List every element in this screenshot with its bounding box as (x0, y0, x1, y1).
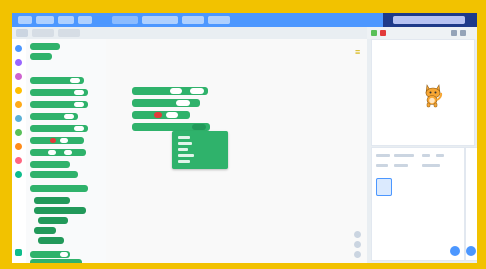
dropdown-option[interactable] (178, 142, 192, 145)
category-extension[interactable] (15, 171, 22, 178)
scratch-logo[interactable] (18, 16, 32, 24)
zoom-in-icon[interactable] (354, 231, 361, 238)
palette-block[interactable] (30, 43, 60, 50)
x-field[interactable] (422, 154, 430, 157)
palette-block[interactable] (30, 113, 78, 120)
category-my-blocks[interactable] (15, 157, 22, 164)
stage-canvas[interactable] (371, 39, 475, 146)
palette-reporter-block[interactable] (38, 217, 68, 224)
category-operators[interactable] (15, 129, 22, 136)
menu-settings[interactable] (36, 16, 54, 24)
sprite-info-pane (371, 147, 465, 261)
size-field[interactable] (394, 164, 408, 167)
palette-reporter-block[interactable] (34, 197, 70, 204)
sprite-name-label (376, 154, 390, 157)
see-project-page-button[interactable] (208, 16, 230, 24)
sprite-name-field[interactable] (394, 154, 414, 157)
palette-block-with-color-input[interactable] (30, 137, 84, 144)
zoom-out-icon[interactable] (354, 241, 361, 248)
account-button[interactable] (393, 16, 465, 24)
category-looks[interactable] (15, 59, 22, 66)
dropdown-option[interactable] (178, 148, 188, 151)
add-backdrop-icon[interactable] (466, 246, 476, 256)
palette-block[interactable] (30, 251, 70, 258)
palette-block[interactable] (30, 171, 78, 178)
tab-costumes[interactable] (32, 29, 54, 37)
stage-backdrop-pane (465, 147, 477, 261)
script-block-with-color-input[interactable] (132, 111, 190, 119)
add-sprite-icon[interactable] (450, 246, 460, 256)
share-button[interactable] (182, 16, 204, 24)
block-palette (26, 39, 107, 263)
drag-handle-icon: ≡ (355, 47, 361, 57)
category-events[interactable] (15, 87, 22, 94)
menu-tutorials[interactable] (112, 16, 138, 24)
dropdown-option[interactable] (178, 160, 190, 163)
palette-block[interactable] (30, 101, 88, 108)
palette-reporter-block[interactable] (38, 237, 64, 244)
tab-sounds[interactable] (58, 29, 80, 37)
show-toggle[interactable] (376, 164, 388, 167)
stage-panel (367, 27, 477, 263)
palette-block[interactable] (30, 149, 86, 156)
palette-block[interactable] (30, 89, 88, 96)
small-stage-icon[interactable] (451, 30, 457, 36)
menu-bar (12, 13, 477, 27)
scratch-editor: ≡ (12, 13, 477, 263)
project-title-field[interactable] (142, 16, 178, 24)
dropdown-option[interactable] (178, 136, 190, 139)
category-sound[interactable] (15, 73, 22, 80)
y-field[interactable] (436, 154, 444, 157)
category-menu (12, 39, 27, 263)
category-sensing[interactable] (15, 115, 22, 122)
script-block[interactable] (132, 99, 200, 107)
stop-icon[interactable] (380, 30, 386, 36)
category-motion[interactable] (15, 45, 22, 52)
menu-edit[interactable] (78, 16, 92, 24)
tab-code[interactable] (16, 29, 28, 37)
direction-field[interactable] (422, 164, 440, 167)
script-block[interactable] (132, 87, 208, 95)
zoom-reset-icon[interactable] (354, 251, 361, 258)
full-screen-icon[interactable] (460, 30, 466, 36)
palette-block[interactable] (30, 161, 70, 168)
add-extension-icon[interactable] (15, 249, 22, 256)
palette-reporter-block[interactable] (34, 227, 56, 234)
category-control[interactable] (15, 101, 22, 108)
stage-controls (367, 27, 477, 39)
menu-file[interactable] (58, 16, 74, 24)
palette-block[interactable] (30, 53, 52, 60)
category-variables[interactable] (15, 143, 22, 150)
palette-block[interactable] (30, 125, 88, 132)
script-area[interactable]: ≡ (106, 39, 367, 263)
palette-block[interactable] (30, 259, 82, 263)
sprite-thumbnail[interactable] (376, 178, 392, 196)
script-block[interactable] (132, 123, 210, 131)
green-flag-icon[interactable] (371, 30, 377, 36)
editor-tabs (12, 27, 367, 39)
cat-sprite-icon[interactable] (422, 82, 444, 108)
block-dropdown-menu[interactable] (172, 131, 228, 169)
menu-bar-account-area (383, 13, 477, 27)
palette-reporter-block[interactable] (34, 207, 86, 214)
palette-block[interactable] (30, 77, 84, 84)
dropdown-option[interactable] (178, 154, 194, 157)
palette-block[interactable] (30, 185, 88, 192)
